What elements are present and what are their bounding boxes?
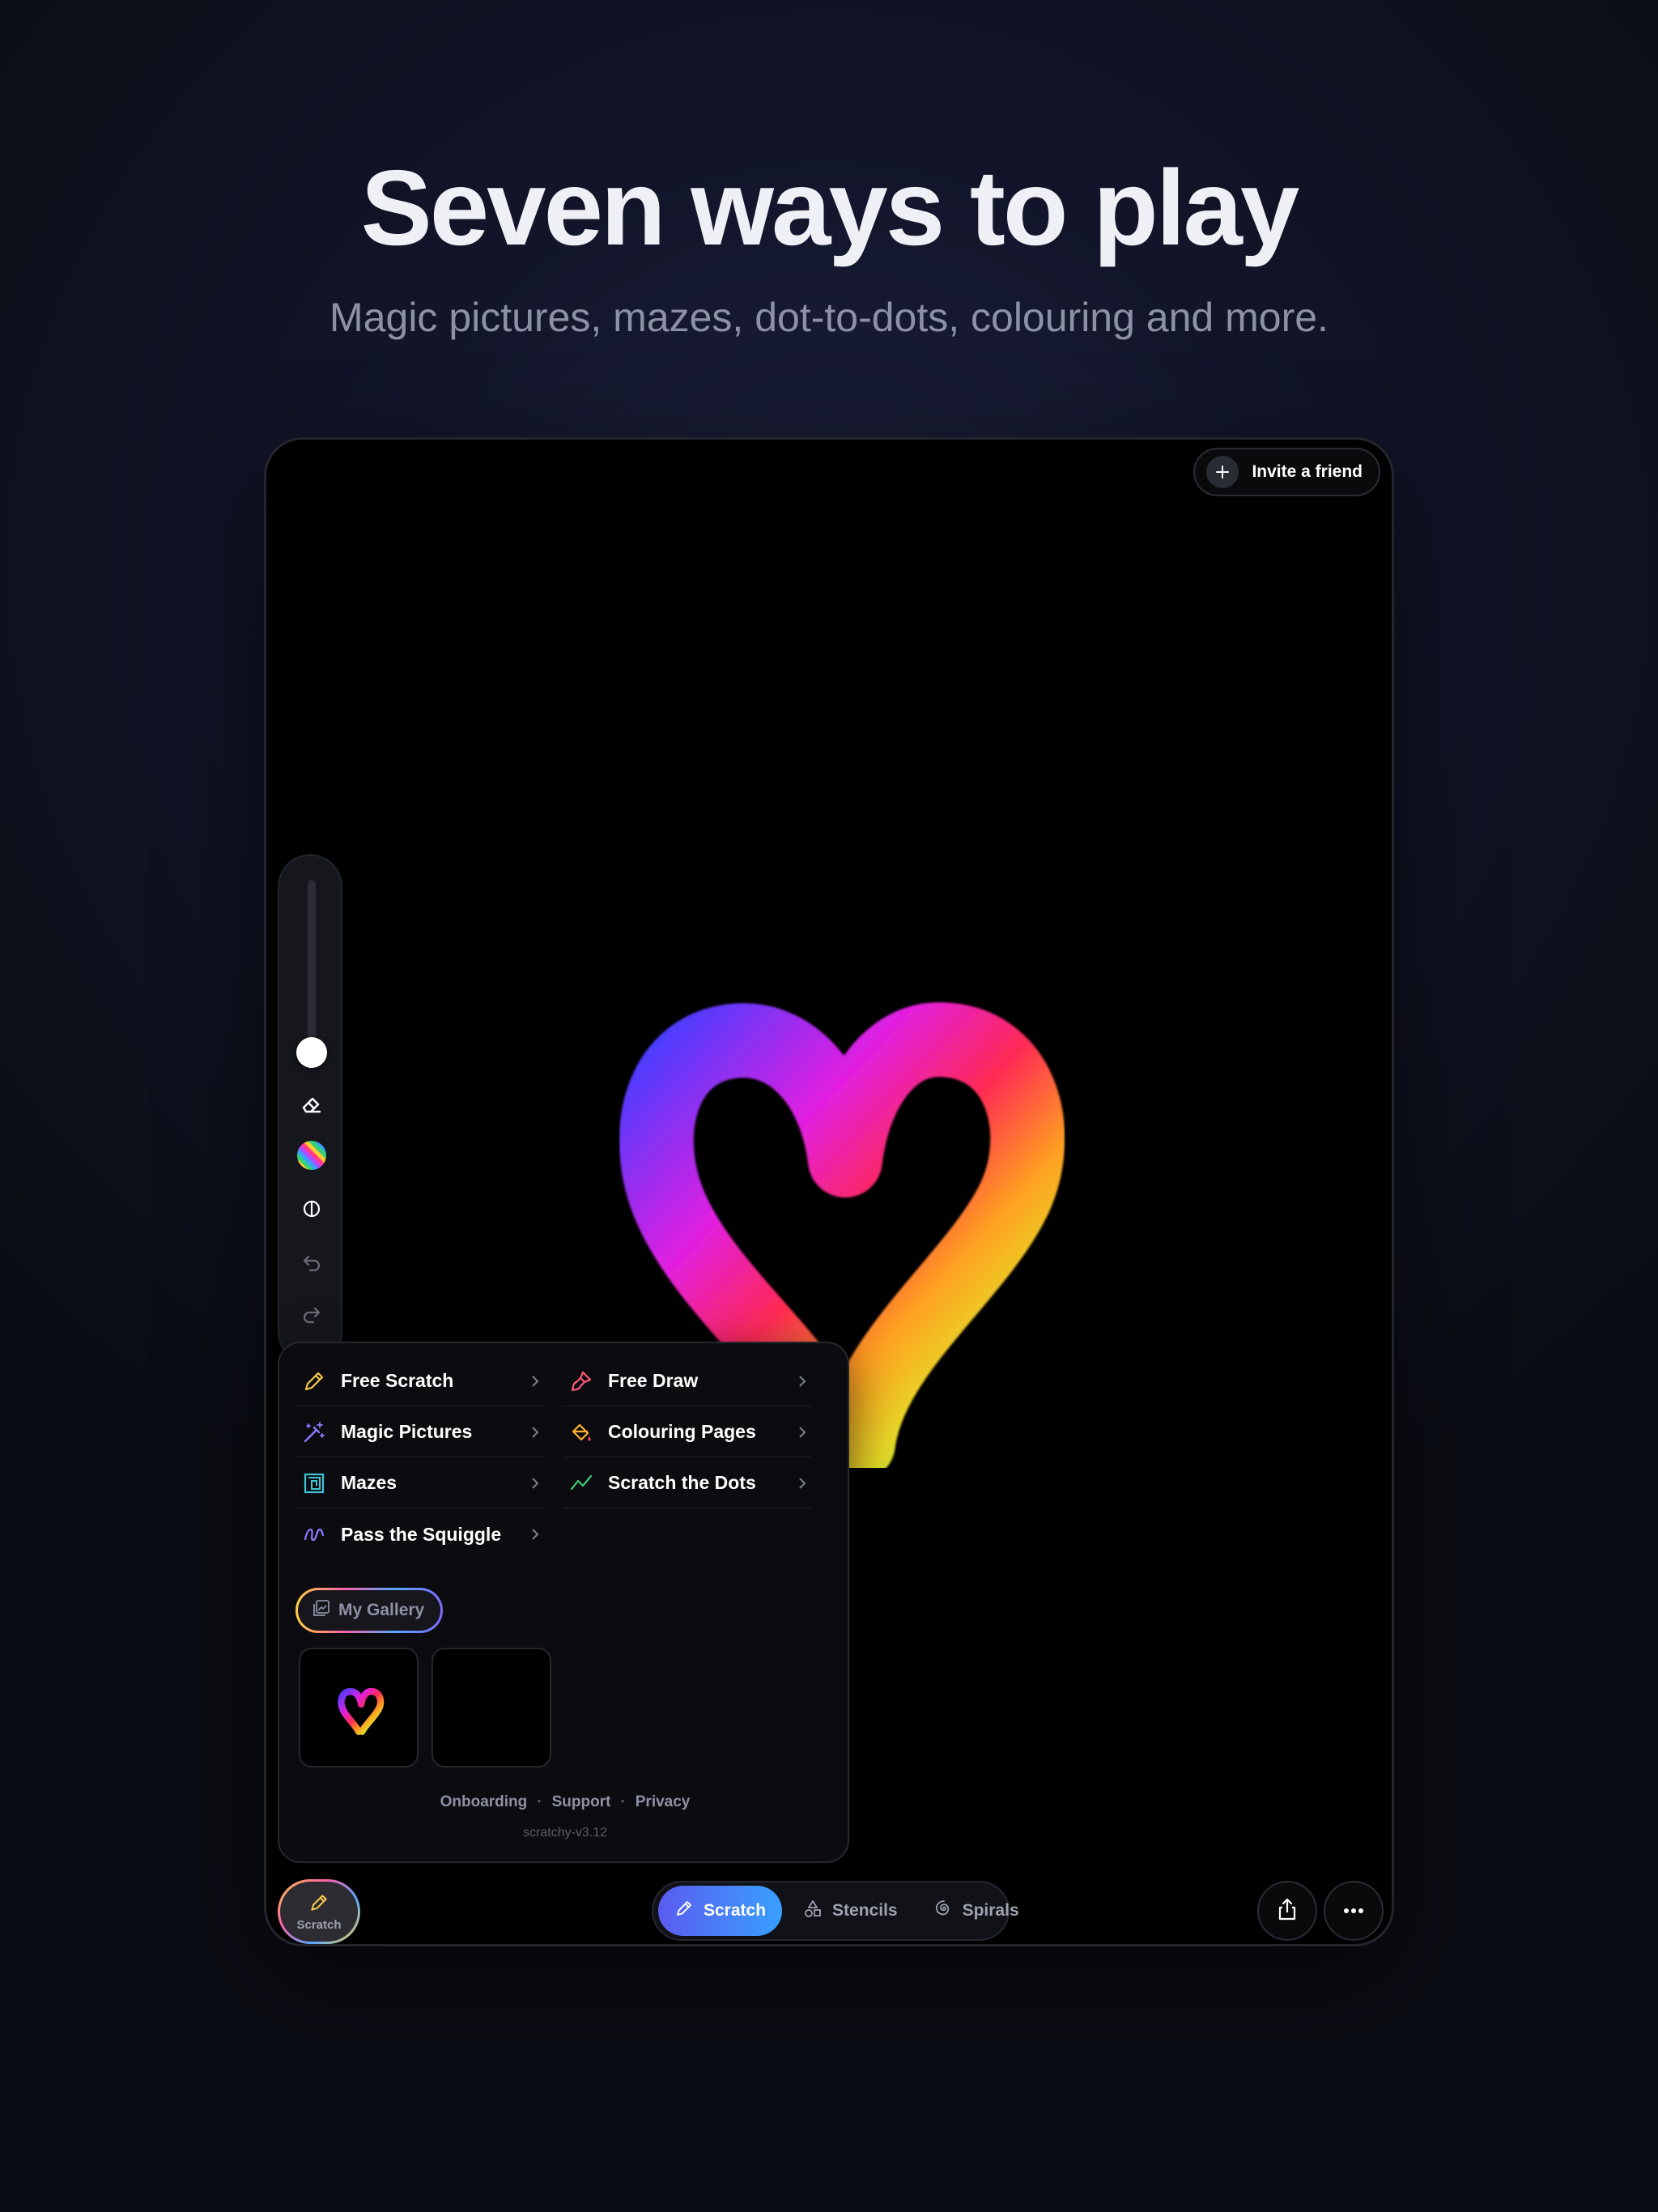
tab-stencils[interactable]: Stencils <box>789 1886 912 1936</box>
mode-free-scratch[interactable]: Free Scratch <box>295 1356 545 1406</box>
gallery-thumbnail-blank[interactable] <box>432 1648 551 1767</box>
tablet-frame: Invite a friend Free Scratch Free Draw M… <box>264 437 1394 1946</box>
mode-tab-bar: Scratch Stencils Spirals <box>652 1881 1019 1941</box>
pencil-icon <box>674 1899 694 1923</box>
page-headline: Seven ways to play <box>360 148 1300 267</box>
mode-magic-pictures[interactable]: Magic Pictures <box>295 1407 545 1457</box>
chevron-right-icon <box>525 1374 545 1389</box>
invite-friend-button[interactable]: Invite a friend <box>1193 448 1380 496</box>
my-gallery-label: My Gallery <box>338 1601 425 1619</box>
chevron-right-icon <box>793 1425 812 1440</box>
onboarding-link[interactable]: Onboarding <box>440 1793 528 1810</box>
pencil-icon <box>308 1892 329 1916</box>
mode-scratch-the-dots[interactable]: Scratch the Dots <box>563 1458 812 1508</box>
page-subheadline: Magic pictures, mazes, dot-to-dots, colo… <box>329 295 1329 340</box>
paintbrush-icon <box>563 1369 608 1393</box>
chevron-right-icon <box>793 1374 812 1389</box>
invite-friend-label: Invite a friend <box>1252 462 1363 481</box>
symmetry-icon[interactable] <box>295 1193 328 1225</box>
color-palette-icon[interactable] <box>295 1139 328 1172</box>
plus-icon <box>1206 456 1239 488</box>
tab-spirals[interactable]: Spirals <box>919 1886 1034 1936</box>
redo-icon[interactable] <box>295 1298 328 1330</box>
magic-wand-icon <box>295 1420 341 1444</box>
drawing-toolbar <box>278 854 342 1364</box>
mode-mazes[interactable]: Mazes <box>295 1458 545 1508</box>
gallery-icon <box>312 1599 330 1622</box>
dot-line-icon <box>563 1471 608 1495</box>
mode-colouring-pages[interactable]: Colouring Pages <box>563 1407 812 1457</box>
share-button[interactable] <box>1257 1881 1317 1941</box>
eraser-icon[interactable] <box>295 1087 328 1120</box>
share-icon <box>1276 1897 1299 1925</box>
shapes-icon <box>803 1899 823 1923</box>
scratch-mode-label: Scratch <box>296 1917 342 1932</box>
chevron-right-icon <box>793 1476 812 1491</box>
undo-icon[interactable] <box>295 1246 328 1278</box>
chevron-right-icon <box>525 1425 545 1440</box>
more-dots-icon <box>1343 1904 1364 1918</box>
tab-scratch[interactable]: Scratch <box>658 1886 783 1936</box>
spiral-icon <box>933 1899 953 1923</box>
heart-thumbnail-image <box>338 1687 385 1735</box>
brush-size-thumb[interactable] <box>296 1037 327 1068</box>
maze-icon <box>295 1471 341 1495</box>
game-modes-menu: Free Scratch Free Draw Magic Pictures Co… <box>278 1342 849 1863</box>
chevron-right-icon <box>525 1527 545 1542</box>
gallery-thumbnail-heart[interactable] <box>299 1648 419 1767</box>
mode-pass-the-squiggle[interactable]: Pass the Squiggle <box>295 1509 545 1559</box>
support-link[interactable]: Support <box>552 1793 611 1810</box>
privacy-link[interactable]: Privacy <box>636 1793 691 1810</box>
mode-free-draw[interactable]: Free Draw <box>563 1356 812 1406</box>
paint-bucket-icon <box>563 1420 608 1444</box>
app-version: scratchy-v3.12 <box>522 1826 608 1840</box>
footer-links: Onboarding · Support · Privacy <box>440 1793 691 1810</box>
chevron-right-icon <box>525 1476 545 1491</box>
brush-size-track[interactable] <box>308 880 316 1050</box>
squiggle-icon <box>295 1522 341 1546</box>
pencil-icon <box>295 1369 341 1393</box>
more-options-button[interactable] <box>1324 1881 1384 1941</box>
my-gallery-button[interactable]: My Gallery <box>295 1588 443 1633</box>
scratch-mode-button[interactable]: Scratch <box>278 1879 360 1944</box>
